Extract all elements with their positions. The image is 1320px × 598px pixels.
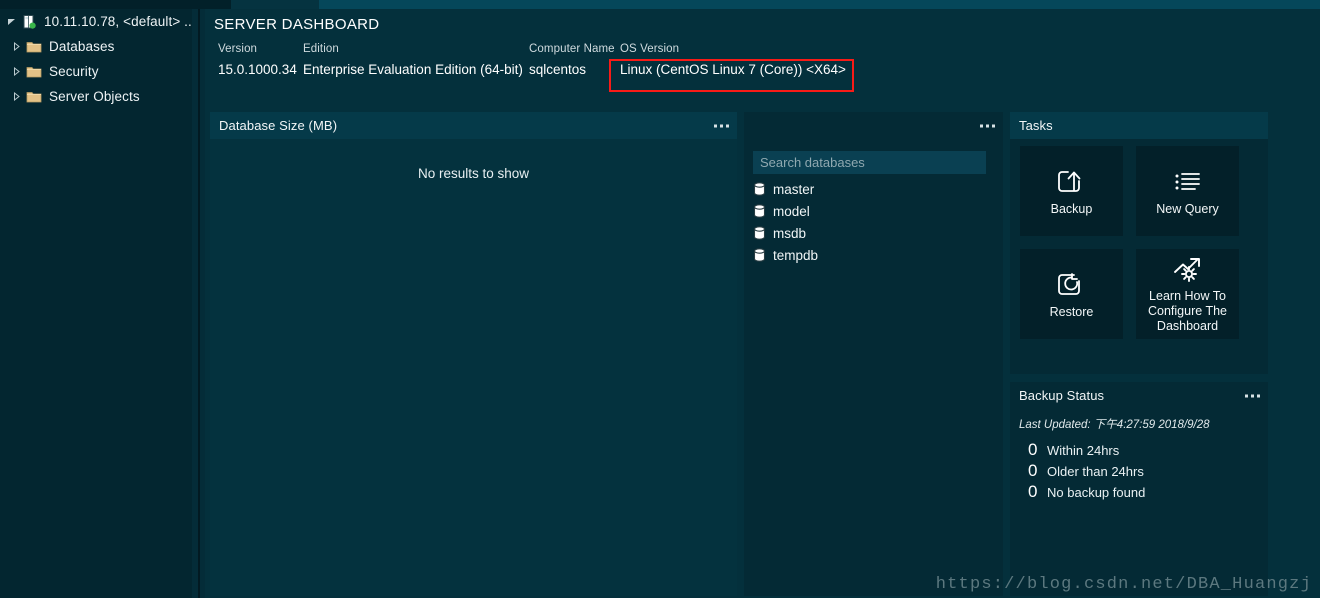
restore-label: Restore (1049, 304, 1094, 319)
property-computer-name-label: Computer Name (529, 43, 615, 55)
database-size-panel: Database Size (MB) No results to show (210, 112, 737, 596)
folder-icon (24, 90, 44, 104)
database-list-panel: master model msdb (744, 112, 1003, 596)
backup-status-panel: Backup Status Last Updated: 下午4:27:59 20… (1010, 382, 1268, 596)
search-databases-wrapper (753, 151, 986, 174)
database-size-more-menu-icon[interactable] (714, 124, 729, 127)
new-query-label: New Query (1156, 201, 1219, 216)
property-version-label: Version (218, 43, 258, 55)
database-list-panel-header (744, 112, 1003, 139)
top-strip-accent-bar (319, 0, 1320, 9)
backup-count-row: 0 No backup found (1028, 482, 1145, 503)
search-input[interactable] (753, 151, 986, 174)
tree-node-databases-label: Databases (49, 39, 115, 54)
restore-icon (1055, 269, 1089, 301)
tree-node-server-objects-label: Server Objects (49, 89, 140, 104)
backup-status-panel-header: Backup Status (1010, 382, 1268, 409)
backup-count-label: Within 24hrs (1047, 443, 1120, 458)
tree-node-security[interactable]: Security (0, 59, 192, 84)
database-name: model (773, 203, 810, 219)
property-version: Version 15.0.1000.34 (218, 43, 297, 77)
database-size-panel-body: No results to show (210, 139, 737, 596)
list-item[interactable]: model (753, 200, 997, 222)
chevron-right-icon[interactable] (8, 42, 24, 51)
backup-counts-list: 0 Within 24hrs 0 Older than 24hrs 0 No b… (1028, 440, 1145, 503)
database-icon (753, 204, 768, 218)
database-list[interactable]: master model msdb tempdb (753, 178, 997, 266)
property-computer-name: Computer Name sqlcentos (529, 43, 615, 77)
database-icon (753, 182, 768, 196)
folder-icon (24, 40, 44, 54)
top-strip-left-segment (0, 0, 231, 9)
list-item[interactable]: master (753, 178, 997, 200)
backup-count-row: 0 Older than 24hrs (1028, 461, 1145, 482)
backup-count-label: Older than 24hrs (1047, 464, 1144, 479)
tasks-grid: Backup New Query Restore Learn How To Co… (1020, 146, 1239, 339)
property-os-version-value: Linux (CentOS Linux 7 (Core)) <X64> (620, 62, 846, 77)
dashboard-header: SERVER DASHBOARD Version 15.0.1000.34 Ed… (214, 16, 1320, 101)
backup-count-value: 0 (1028, 440, 1038, 459)
backup-count-value: 0 (1028, 482, 1038, 501)
database-name: tempdb (773, 247, 819, 263)
server-properties: Version 15.0.1000.34 Edition Enterprise … (214, 43, 1320, 93)
tree-node-server[interactable]: 10.11.10.78, <default> ... (0, 9, 192, 34)
chevron-down-icon[interactable] (3, 17, 19, 26)
database-size-panel-header: Database Size (MB) (210, 112, 737, 139)
server-icon (19, 14, 39, 30)
backup-status-more-menu-icon[interactable] (1245, 394, 1260, 397)
window-top-strip (0, 0, 1320, 9)
property-edition-value: Enterprise Evaluation Edition (64-bit) (303, 62, 523, 77)
learn-configure-dashboard-button[interactable]: Learn How To Configure The Dashboard (1136, 249, 1239, 339)
chevron-right-icon[interactable] (8, 92, 24, 101)
backup-last-updated: Last Updated: 下午4:27:59 2018/9/28 (1019, 419, 1210, 431)
tree-node-server-label: 10.11.10.78, <default> ... (44, 14, 192, 29)
property-version-value: 15.0.1000.34 (218, 62, 297, 77)
tree-node-server-objects[interactable]: Server Objects (0, 84, 192, 109)
database-list-more-menu-icon[interactable] (980, 124, 995, 127)
database-name: master (773, 181, 815, 197)
tasks-panel: Tasks Backup New Query Restore Learn How… (1010, 112, 1268, 374)
backup-status-panel-title: Backup Status (1019, 388, 1105, 403)
tasks-panel-title: Tasks (1019, 118, 1053, 133)
list-item[interactable]: msdb (753, 222, 997, 244)
database-size-empty-message: No results to show (417, 166, 530, 181)
property-os-version-label: OS Version (620, 43, 680, 55)
sidebar-splitter[interactable] (192, 9, 205, 598)
backup-label: Backup (1050, 201, 1093, 216)
dashboard-content: SERVER DASHBOARD Version 15.0.1000.34 Ed… (205, 9, 1320, 598)
new-query-icon (1171, 166, 1205, 198)
new-query-button[interactable]: New Query (1136, 146, 1239, 236)
property-edition-label: Edition (303, 43, 339, 55)
restore-button[interactable]: Restore (1020, 249, 1123, 339)
backup-icon (1055, 166, 1089, 198)
backup-count-value: 0 (1028, 461, 1038, 480)
database-icon (753, 226, 768, 240)
splitter-line (198, 9, 200, 598)
page-title: SERVER DASHBOARD (214, 16, 380, 33)
property-edition: Edition Enterprise Evaluation Edition (6… (303, 43, 523, 77)
object-explorer-sidebar[interactable]: 10.11.10.78, <default> ... Databases Sec… (0, 9, 192, 598)
backup-count-label: No backup found (1047, 485, 1146, 500)
chevron-right-icon[interactable] (8, 67, 24, 76)
editor-tab-segment[interactable] (231, 0, 319, 9)
tree-node-security-label: Security (49, 64, 99, 79)
database-size-panel-title: Database Size (MB) (219, 118, 338, 133)
folder-icon (24, 65, 44, 79)
list-item[interactable]: tempdb (753, 244, 997, 266)
property-os-version: OS Version Linux (CentOS Linux 7 (Core))… (620, 43, 846, 77)
tasks-panel-header: Tasks (1010, 112, 1268, 139)
configure-dashboard-icon (1170, 255, 1206, 285)
tree-node-databases[interactable]: Databases (0, 34, 192, 59)
database-name: msdb (773, 225, 807, 241)
backup-button[interactable]: Backup (1020, 146, 1123, 236)
database-icon (753, 248, 768, 262)
learn-configure-dashboard-label: Learn How To Configure The Dashboard (1148, 288, 1227, 333)
backup-count-row: 0 Within 24hrs (1028, 440, 1145, 461)
property-computer-name-value: sqlcentos (529, 62, 587, 77)
